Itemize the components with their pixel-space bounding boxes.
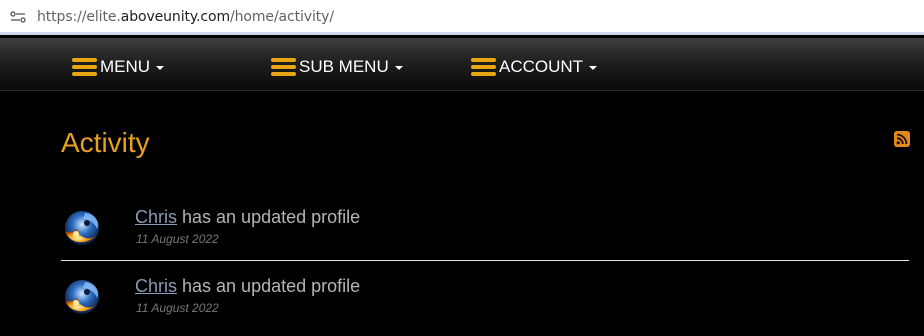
site-settings-icon[interactable]	[10, 10, 26, 24]
hamburger-icon	[271, 57, 296, 77]
nav-menu-dropdown[interactable]: MENU	[72, 57, 165, 77]
browser-address-bar[interactable]: https://elite.aboveunity.com/home/activi…	[0, 0, 924, 35]
user-link[interactable]: Chris	[135, 276, 177, 296]
activity-date: 11 August 2022	[136, 232, 219, 246]
caret-down-icon	[589, 66, 598, 70]
nav-account-label: ACCOUNT	[499, 57, 584, 76]
activity-text: Chris has an updated profile	[135, 207, 360, 228]
url-scheme: https://elite.	[37, 9, 121, 25]
activity-date: 11 August 2022	[136, 301, 219, 315]
hamburger-icon	[471, 57, 496, 77]
activity-item: Chris has an updated profile 11 August 2…	[61, 207, 909, 267]
activity-action: has an updated profile	[177, 276, 361, 296]
nav-submenu-label: SUB MENU	[299, 57, 389, 76]
hamburger-icon	[72, 57, 97, 77]
caret-down-icon	[394, 66, 403, 70]
url-path: /home/activity/	[230, 9, 334, 25]
page-title: Activity	[61, 127, 150, 158]
nav-account-dropdown[interactable]: ACCOUNT	[471, 57, 598, 77]
activity-item: Chris has an updated profile 11 August 2…	[61, 276, 909, 336]
nav-submenu-dropdown[interactable]: SUB MENU	[271, 57, 403, 77]
user-link[interactable]: Chris	[135, 207, 177, 227]
rss-icon[interactable]	[894, 131, 910, 147]
avatar[interactable]	[61, 207, 103, 249]
divider	[61, 260, 909, 261]
url-text[interactable]: https://elite.aboveunity.com/home/activi…	[37, 9, 334, 25]
avatar[interactable]	[61, 276, 103, 318]
activity-text: Chris has an updated profile	[135, 276, 360, 297]
url-host: aboveunity.com	[120, 9, 231, 25]
nav-menu-label: MENU	[100, 57, 151, 76]
activity-action: has an updated profile	[177, 207, 361, 227]
main-navbar: MENU SUB MENU ACCOUNT	[0, 38, 924, 91]
caret-down-icon	[156, 66, 165, 70]
